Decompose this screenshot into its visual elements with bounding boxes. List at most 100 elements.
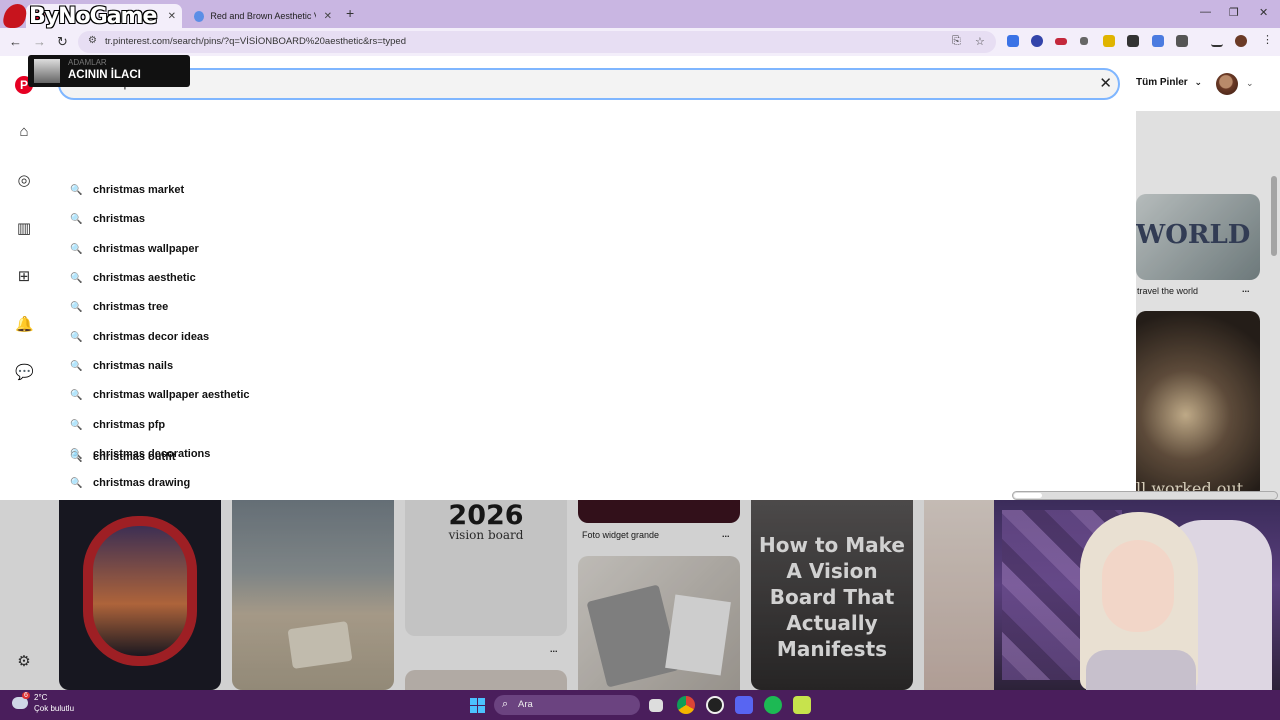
browser-tab-strip: ✕ Red and Brown Aesthetic Vision ✕ + — ❐… [0, 0, 1280, 28]
explore-compass-icon[interactable]: ◎ [15, 171, 33, 189]
url-text: tr.pinterest.com/search/pins/?q=VİSİONBO… [105, 36, 406, 47]
maximize-icon[interactable]: ❐ [1229, 6, 1239, 19]
more-options-icon[interactable]: ... [722, 529, 730, 539]
site-info-icon[interactable]: ⚙ [88, 35, 97, 46]
pin-beach-book[interactable] [232, 500, 394, 690]
extensions-puzzle-icon[interactable] [1176, 35, 1188, 47]
messages-icon[interactable]: 💬 [15, 363, 34, 381]
boards-icon[interactable]: ▥ [15, 219, 33, 237]
forward-icon[interactable]: → [33, 34, 46, 49]
search-icon: 🔍 [70, 451, 83, 463]
taskbar-search-label: Ara [518, 699, 533, 710]
bookmark-star-icon[interactable]: ☆ [975, 35, 985, 48]
suggestion-item[interactable]: 🔍 christmas aesthetic [70, 268, 196, 288]
notifications-bell-icon[interactable]: 🔔 [15, 315, 34, 333]
suggestion-label: christmas nails [93, 360, 174, 372]
chrome-icon[interactable] [677, 696, 695, 714]
close-tab-icon[interactable]: ✕ [168, 11, 176, 22]
weather-description[interactable]: Çok bulutlu [34, 704, 74, 713]
suggestion-item[interactable]: 🔍 christmas wallpaper aesthetic [70, 385, 250, 405]
horizontal-scrollbar[interactable] [1012, 491, 1278, 500]
windows-start-icon[interactable] [470, 698, 485, 713]
tab-groups-extension-icon[interactable] [1152, 35, 1164, 47]
suggestion-item[interactable]: 🔍 christmas drawing [70, 473, 190, 493]
suggestion-item[interactable]: 🔍 christmas pfp [70, 415, 165, 435]
screenshot-extension-icon[interactable] [1127, 35, 1139, 47]
chevron-down-icon: ⌄ [1194, 77, 1203, 87]
globe-favicon-icon [194, 10, 205, 22]
bynogame-logo-icon [1, 4, 29, 28]
search-icon: 🔍 [70, 301, 83, 313]
create-plus-icon[interactable]: ⊞ [15, 267, 33, 285]
clear-search-icon[interactable]: ✕ [1099, 74, 1112, 92]
suggestion-item[interactable]: 🔍 christmas outfit [70, 447, 176, 467]
profile-icon[interactable] [1235, 35, 1247, 47]
home-icon[interactable]: ⌂ [15, 123, 33, 141]
avatar[interactable] [1216, 73, 1238, 95]
suggestion-label: christmas pfp [93, 419, 166, 431]
close-window-icon[interactable]: ✕ [1259, 6, 1268, 19]
translate-extension-icon[interactable] [1007, 35, 1019, 47]
task-view-icon[interactable] [649, 699, 663, 712]
back-icon[interactable]: ← [9, 34, 22, 49]
menu-dots-icon[interactable]: ⋮ [1262, 33, 1274, 46]
weather-temp[interactable]: 2°C [34, 693, 47, 702]
search-icon: 🔍 [70, 477, 83, 489]
bynogame-watermark: ByNoGame [1, 2, 157, 30]
search-icon: 🔍 [70, 184, 83, 196]
suggestion-item[interactable]: 🔍 christmas decor ideas [70, 327, 209, 347]
pin-filter-dropdown[interactable]: Tüm Pinler ⌄ [1136, 77, 1202, 88]
pin-how-to-vision-board[interactable]: How to Make A Vision Board That Actually… [751, 500, 913, 690]
live-app-icon[interactable] [793, 696, 811, 714]
minimize-icon[interactable]: — [1200, 6, 1211, 18]
watermark-text: ByNoGame [29, 3, 157, 29]
search-input[interactable] [72, 76, 1072, 90]
suggestion-label: christmas wallpaper aesthetic [93, 389, 250, 401]
search-suggestions: 🔍 christmas market 🔍 christmas 🔍 christmas … [48, 111, 1136, 500]
honey-extension-icon[interactable] [1103, 35, 1115, 47]
address-bar[interactable]: ⚙ tr.pinterest.com/search/pins/?q=VİSİON… [78, 31, 996, 53]
suggestion-label: christmas [93, 213, 145, 225]
suggestion-item[interactable]: 🔍 christmas nails [70, 356, 173, 376]
spotify-icon[interactable] [764, 696, 782, 714]
close-tab-icon[interactable]: ✕ [324, 11, 332, 22]
more-options-icon[interactable]: ... [550, 644, 558, 654]
pin-airplane-window[interactable] [59, 500, 221, 690]
lips-extension-icon[interactable] [1055, 38, 1067, 45]
pin-dark-widget[interactable] [578, 500, 740, 523]
suggestion-label: christmas decor ideas [93, 331, 210, 343]
reload-icon[interactable]: ↻ [57, 34, 68, 50]
suggestion-item[interactable]: 🔍 christmas [70, 209, 145, 229]
suggestion-item[interactable]: 🔍 christmas tree [70, 297, 168, 317]
search-icon: 🔍 [70, 272, 83, 284]
streamer-face [1102, 540, 1174, 632]
suggestion-label: christmas market [93, 184, 185, 196]
pin-pink-ribbon[interactable] [924, 500, 994, 690]
suggestion-item[interactable]: 🔍 christmas market [70, 180, 184, 200]
new-tab-button[interactable]: + [346, 5, 354, 21]
window-frame [83, 516, 197, 666]
search-bar[interactable]: ✕ [58, 68, 1120, 100]
account-chevron-icon[interactable]: ⌄ [1246, 78, 1254, 89]
fox-extension-icon[interactable] [1080, 37, 1088, 45]
settings-gear-icon[interactable]: ⚙ [15, 652, 33, 670]
taskbar-search[interactable]: ⌕ Ara [494, 695, 640, 715]
pin-placeholder[interactable] [405, 670, 567, 690]
tab-vision-board[interactable]: Red and Brown Aesthetic Vision ✕ [186, 4, 340, 28]
install-app-icon[interactable]: ⎘ [952, 35, 961, 48]
obs-icon[interactable] [706, 696, 724, 714]
pin-youtube-award[interactable] [578, 556, 740, 690]
pin-headline-text: How to Make A Vision Board That Actually… [759, 533, 905, 661]
download-icon[interactable] [1211, 35, 1223, 47]
suggestion-label: christmas aesthetic [93, 272, 196, 284]
pin-year-text: 2026 [448, 500, 524, 531]
letter-shape [665, 594, 731, 676]
pin-vision-board-2026[interactable]: 2026 vision board [405, 500, 567, 636]
search-icon: 🔍 [70, 213, 83, 225]
suggestion-item[interactable]: 🔍 christmas wallpaper [70, 239, 199, 259]
shield-extension-icon[interactable] [1031, 35, 1043, 47]
windows-taskbar: 6 2°C Çok bulutlu ⌕ Ara [0, 690, 1280, 720]
scrollbar-thumb[interactable] [1014, 493, 1042, 498]
streamer-top [1086, 650, 1196, 690]
discord-icon[interactable] [735, 696, 753, 714]
